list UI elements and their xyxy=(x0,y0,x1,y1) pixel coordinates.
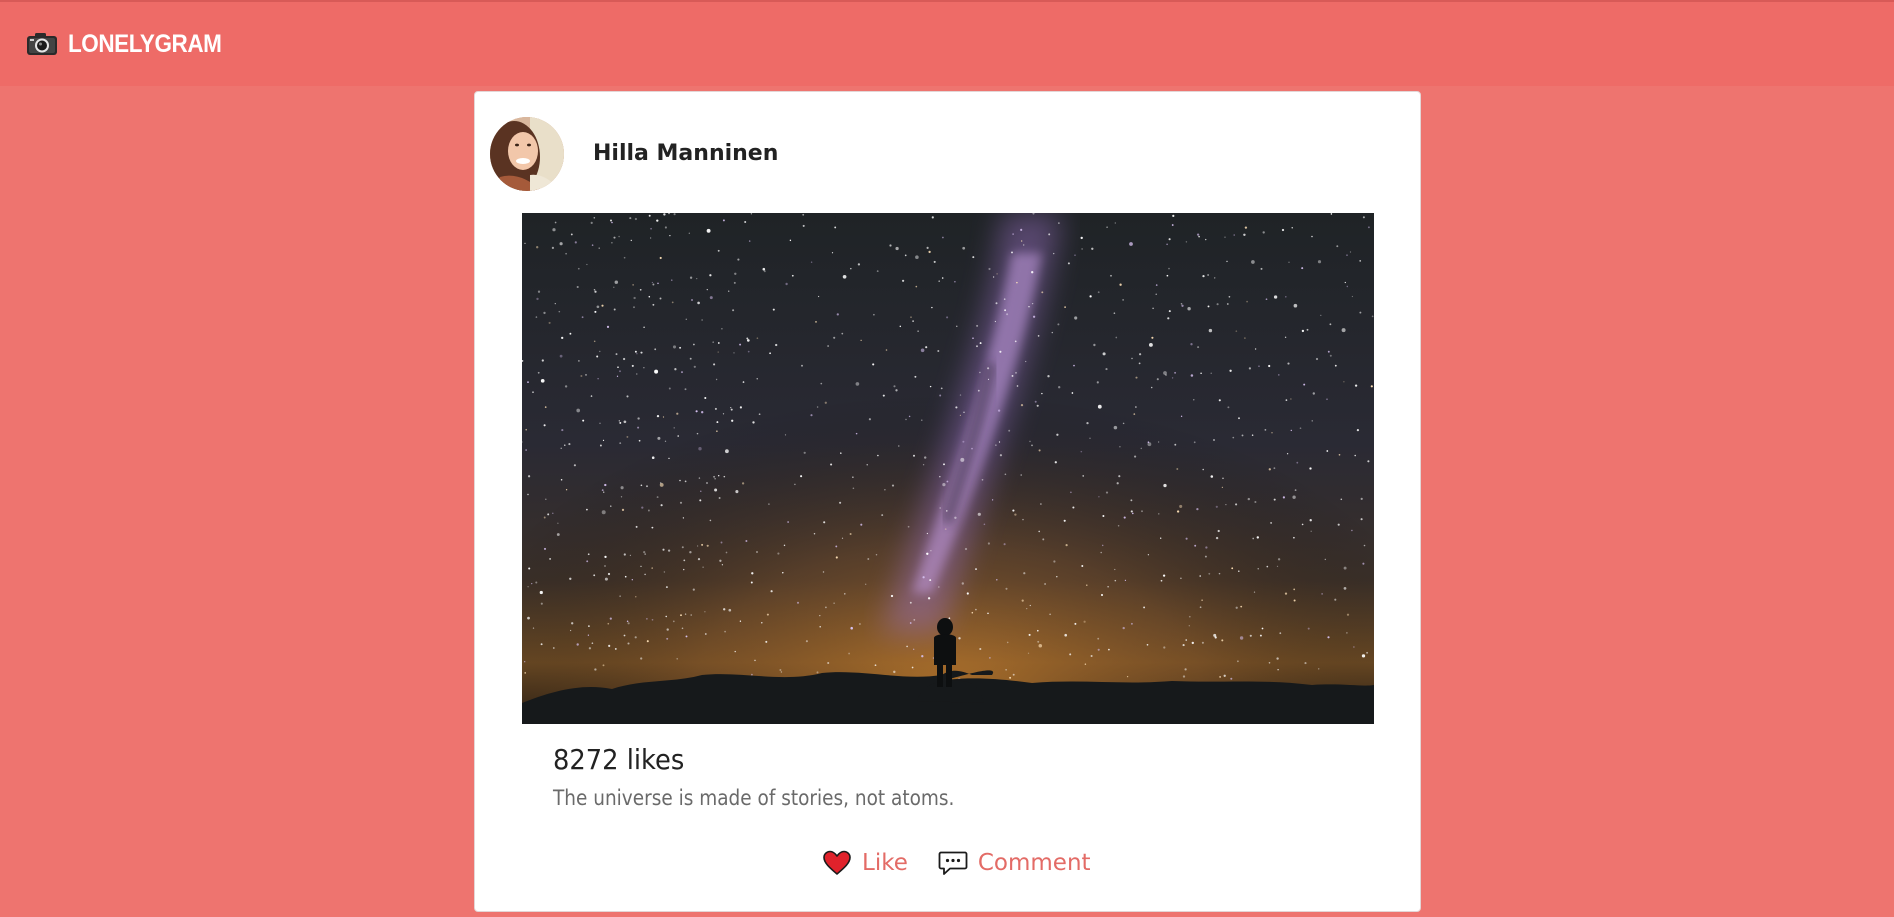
brand-link[interactable]: LONELYGRAM xyxy=(26,30,238,59)
speech-bubble-icon xyxy=(938,850,968,876)
author-avatar[interactable] xyxy=(490,117,564,191)
likes-count: 8272 likes xyxy=(553,743,685,776)
post-photo xyxy=(522,213,1374,724)
camera-icon xyxy=(26,32,58,56)
post-caption: The universe is made of stories, not ato… xyxy=(553,786,955,810)
post-card: Hilla Manninen 8272 likes The universe i… xyxy=(474,91,1421,912)
page-bottom-edge xyxy=(0,912,1894,917)
like-label: Like xyxy=(862,850,908,876)
comment-button[interactable]: Comment xyxy=(938,850,1091,876)
brand-name: LONELYGRAM xyxy=(68,29,222,58)
like-button[interactable]: Like xyxy=(822,850,908,876)
author-name[interactable]: Hilla Manninen xyxy=(593,141,778,166)
heart-icon xyxy=(822,850,852,876)
top-navbar: LONELYGRAM xyxy=(0,0,1894,86)
comment-label: Comment xyxy=(977,850,1091,876)
post-actions: Like Comment xyxy=(822,850,1121,876)
